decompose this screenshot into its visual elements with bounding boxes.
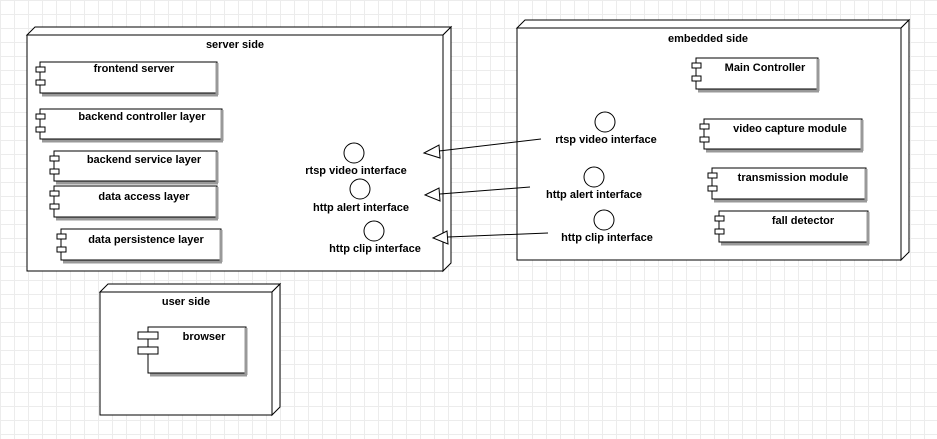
component-port-icon — [691, 75, 702, 82]
interface-lollipop-icon — [349, 178, 371, 200]
component-port-icon — [56, 233, 67, 240]
interface-label: rtsp video interface — [305, 165, 406, 177]
component-port-icon — [707, 185, 718, 192]
component-port-icon — [49, 155, 60, 162]
component-port-icon — [137, 346, 159, 355]
component-backend-controller-layer[interactable]: backend controller layer — [35, 108, 224, 143]
component-port-icon — [49, 203, 60, 210]
component-data-persistence-layer[interactable]: data persistence layer — [56, 228, 223, 264]
node-label-embedded-side: embedded side — [668, 33, 748, 45]
component-fall-detector[interactable]: fall detector — [714, 210, 870, 246]
interface-label: http clip interface — [329, 243, 421, 255]
component-port-icon — [56, 246, 67, 253]
interface-lollipop-icon — [343, 142, 365, 164]
interface-lollipop-icon — [583, 166, 605, 188]
component-label: fall detector — [772, 215, 835, 227]
component-label: browser — [183, 331, 227, 343]
interface-label: http alert interface — [313, 202, 409, 214]
component-label: frontend server — [94, 63, 175, 75]
interface-label: http clip interface — [561, 232, 653, 244]
component-port-icon — [49, 190, 60, 197]
component-port-icon — [35, 113, 46, 120]
component-port-icon — [691, 62, 702, 69]
node-label-server-side: server side — [206, 39, 264, 51]
component-port-icon — [707, 172, 718, 179]
component-label: data access layer — [98, 191, 190, 203]
component-port-icon — [35, 66, 46, 73]
component-label: backend controller layer — [78, 111, 206, 123]
interface-lollipop-icon — [594, 111, 616, 133]
component-label: transmission module — [738, 172, 849, 184]
component-backend-service-layer[interactable]: backend service layer — [49, 150, 219, 185]
interface-lollipop-icon — [363, 220, 385, 242]
node-label-user-side: user side — [162, 296, 210, 308]
component-port-icon — [35, 126, 46, 133]
component-main-controller[interactable]: Main Controller — [691, 57, 820, 93]
component-port-icon — [699, 123, 710, 130]
interface-label: http alert interface — [546, 189, 642, 201]
component-frontend-server[interactable]: frontend server — [35, 61, 219, 97]
component-label: backend service layer — [87, 154, 202, 166]
interface-lollipop-icon — [593, 209, 615, 231]
deployment-diagram: server side embedded side user side fron… — [25, 18, 911, 417]
component-browser[interactable]: browser — [137, 326, 248, 377]
component-label: Main Controller — [725, 62, 806, 74]
component-port-icon — [137, 331, 159, 340]
component-data-access-layer[interactable]: data access layer — [49, 185, 219, 221]
interface-label: rtsp video interface — [555, 134, 656, 146]
component-video-capture-module[interactable]: video capture module — [699, 118, 864, 153]
component-port-icon — [699, 136, 710, 143]
component-label: video capture module — [733, 123, 847, 135]
component-port-icon — [714, 228, 725, 235]
component-port-icon — [49, 168, 60, 175]
component-port-icon — [714, 215, 725, 222]
component-label: data persistence layer — [88, 234, 204, 246]
component-transmission-module[interactable]: transmission module — [707, 167, 868, 203]
component-port-icon — [35, 79, 46, 86]
